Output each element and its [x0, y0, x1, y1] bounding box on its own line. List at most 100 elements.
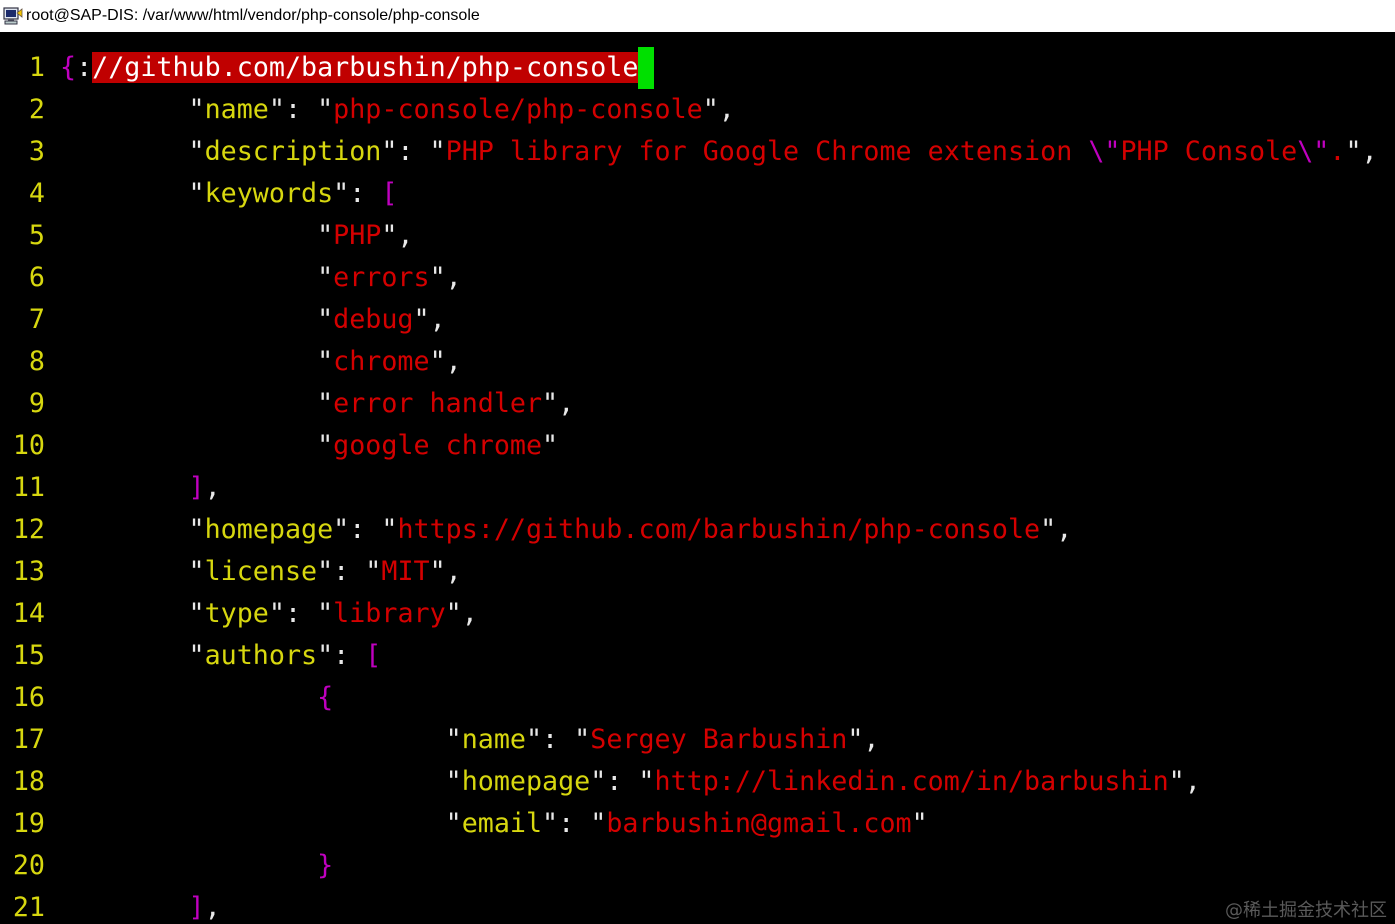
line-code: "error handler", [60, 383, 574, 425]
json-punctuation: ", [702, 94, 735, 125]
json-punctuation: " [60, 262, 334, 293]
search-highlight: //github.com/barbushin/php-console [92, 52, 639, 83]
line-code: "type": "library", [60, 593, 478, 635]
line-code: "google chrome" [60, 425, 558, 467]
editor-line: 11 ], [0, 467, 1395, 509]
line-number: 1 [28, 52, 45, 83]
line-number: 3 [28, 136, 45, 167]
line-number: 16 [12, 682, 45, 713]
line-code: "description": "PHP library for Google C… [60, 131, 1378, 173]
json-string: errors [333, 262, 430, 293]
json-punctuation: ": " [268, 94, 334, 125]
terminal-editor[interactable]: 1 {://github.com/barbushin/php-console 2 … [0, 32, 1395, 924]
json-key: homepage [461, 766, 591, 797]
json-punctuation: ": " [525, 724, 591, 755]
line-number: 7 [28, 304, 45, 335]
json-punctuation: " [60, 388, 334, 419]
json-punctuation: ": " [317, 556, 382, 587]
editor-line: 1 {://github.com/barbushin/php-console [0, 47, 1395, 89]
json-punctuation: ": " [542, 808, 607, 839]
line-code: } [60, 845, 333, 887]
json-string: chrome [333, 346, 430, 377]
json-punctuation: " [60, 556, 205, 587]
json-bracket: { [60, 52, 77, 83]
line-number: 5 [28, 220, 45, 251]
json-punctuation: ", [429, 556, 462, 587]
editor-line: 15 "authors": [ [0, 635, 1395, 677]
line-number: 20 [12, 850, 45, 881]
json-key: name [204, 94, 269, 125]
json-bracket: { [317, 682, 334, 713]
json-string: MIT [381, 556, 430, 587]
json-string: Sergey Barbushin [590, 724, 848, 755]
json-punctuation: : [76, 52, 93, 83]
editor-line: 17 "name": "Sergey Barbushin", [0, 719, 1395, 761]
line-code: "debug", [60, 299, 446, 341]
json-punctuation: " [60, 304, 334, 335]
json-punctuation: , [204, 472, 221, 503]
line-number: 4 [28, 178, 45, 209]
json-punctuation: ", [445, 598, 478, 629]
terminal-icon [2, 5, 24, 27]
line-code: "authors": [ [60, 635, 382, 677]
json-key: name [461, 724, 526, 755]
line-code: "chrome", [60, 341, 462, 383]
json-key: authors [204, 640, 318, 671]
editor-line: 6 "errors", [0, 257, 1395, 299]
editor-line: 21 ], [0, 887, 1395, 924]
line-code: { [60, 677, 333, 719]
window-titlebar[interactable]: root@SAP-DIS: /var/www/html/vendor/php-c… [0, 0, 1395, 32]
line-code: "name": "php-console/php-console", [60, 89, 735, 131]
json-bracket: ] [188, 892, 205, 923]
line-number: 18 [12, 766, 45, 797]
json-punctuation: ": " [333, 514, 398, 545]
editor-line: 2 "name": "php-console/php-console", [0, 89, 1395, 131]
json-string: debug [333, 304, 414, 335]
editor-line: 20 } [0, 845, 1395, 887]
json-punctuation: ": " [381, 136, 446, 167]
line-number: 10 [12, 430, 45, 461]
line-code: "errors", [60, 257, 462, 299]
editor-line: 18 "homepage": "http://linkedin.com/in/b… [0, 761, 1395, 803]
json-punctuation: " [60, 808, 462, 839]
json-punctuation: ": [317, 640, 366, 671]
json-string: php-console/php-console [333, 94, 703, 125]
json-punctuation: " [60, 430, 334, 461]
editor-line: 12 "homepage": "https://github.com/barbu… [0, 509, 1395, 551]
line-number: 2 [28, 94, 45, 125]
line-code: "homepage": "http://linkedin.com/in/barb… [60, 761, 1201, 803]
json-punctuation: " [60, 640, 205, 671]
json-punctuation: ": " [590, 766, 655, 797]
json-bracket: [ [381, 178, 398, 209]
line-number: 8 [28, 346, 45, 377]
line-code: ], [60, 887, 221, 924]
line-number: 19 [12, 808, 45, 839]
text-cursor [638, 47, 655, 89]
json-punctuation: ", [1040, 514, 1073, 545]
json-bracket: \" [1297, 136, 1330, 167]
json-string: google chrome [333, 430, 543, 461]
line-number: 17 [12, 724, 45, 755]
editor-line: 9 "error handler", [0, 383, 1395, 425]
line-code: {://github.com/barbushin/php-console [60, 47, 655, 89]
json-punctuation [60, 850, 317, 881]
json-string: PHP Console [1120, 136, 1298, 167]
editor-line: 10 "google chrome" [0, 425, 1395, 467]
watermark-text: @稀土掘金技术社区 [1225, 900, 1387, 921]
line-number: 9 [28, 388, 45, 419]
json-punctuation: ", [381, 220, 414, 251]
line-code: "email": "barbushin@gmail.com" [60, 803, 928, 845]
json-punctuation: " [60, 346, 334, 377]
editor-line: 3 "description": "PHP library for Google… [0, 131, 1395, 173]
json-key: license [204, 556, 318, 587]
json-string: error handler [333, 388, 543, 419]
editor-line: 7 "debug", [0, 299, 1395, 341]
line-number: 12 [12, 514, 45, 545]
line-code: "name": "Sergey Barbushin", [60, 719, 880, 761]
json-punctuation: ", [1168, 766, 1201, 797]
json-punctuation: " [60, 136, 205, 167]
line-code: "license": "MIT", [60, 551, 462, 593]
editor-line: 14 "type": "library", [0, 593, 1395, 635]
line-number: 14 [12, 598, 45, 629]
json-bracket: ] [188, 472, 205, 503]
